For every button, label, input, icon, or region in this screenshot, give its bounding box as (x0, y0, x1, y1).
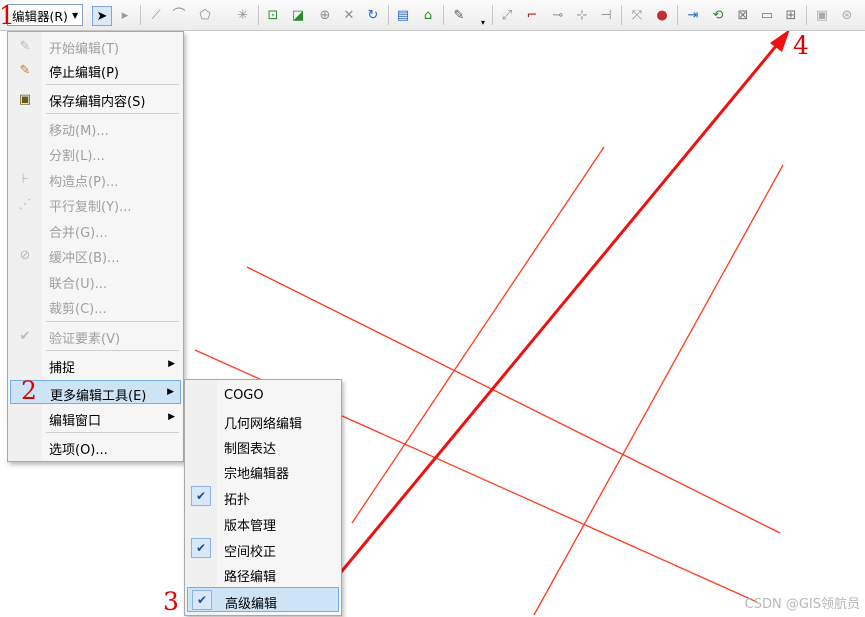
attributes-icon[interactable]: ▤ (394, 6, 412, 24)
submenu-item-advanced-editing[interactable]: ✔ 高级编辑 (187, 587, 339, 612)
validate-icon: ✔ (19, 328, 31, 344)
generalize-icon[interactable]: ⟲ (709, 6, 727, 24)
submenu-item-representation[interactable]: 制图表达 (187, 433, 339, 458)
chevron-down-icon: ▼ (71, 10, 79, 20)
checkmark-icon: ✔ (191, 538, 211, 558)
menu-item-construct-points[interactable]: ⊦ 构造点(P)... (10, 167, 181, 191)
menu-item-stop-editing[interactable]: ✎ 停止编辑(P) (10, 58, 181, 82)
submenu-item-versioning[interactable]: 版本管理 (187, 510, 339, 535)
edit-vertices-icon[interactable]: ⊡ (264, 6, 282, 24)
trim-tool-icon[interactable]: ⇥ (684, 6, 702, 24)
topology-edit-icon[interactable]: ⤢ (498, 6, 516, 24)
extend-tool-icon[interactable]: ● (653, 6, 671, 24)
split-tool-icon[interactable]: ✕ (340, 6, 358, 24)
trace-icon[interactable]: ⬠ (196, 6, 214, 24)
menu-item-options[interactable]: 选项(O)... (10, 435, 181, 459)
new-displacement-link-icon[interactable]: ⊸ (549, 6, 567, 24)
point-icon[interactable]: ✳ (234, 6, 252, 24)
menu-item-editing-windows[interactable]: 编辑窗口 ▶ (10, 406, 181, 430)
editor-menu-label: 编辑器(R) (12, 8, 68, 24)
feature-line (533, 164, 784, 616)
line-intersection-icon[interactable]: ⤧ (628, 6, 646, 24)
pencil-stop-icon: ✎ (19, 62, 31, 78)
menu-item-union[interactable]: 联合(U)... (10, 269, 181, 293)
submenu-item-parcel-editor[interactable]: 宗地编辑器 (187, 458, 339, 483)
menu-item-copy-parallel[interactable]: ⋰ 平行复制(Y)... (10, 192, 181, 216)
menu-item-start-editing[interactable]: ✎ 开始编辑(T) (10, 34, 181, 58)
submenu-arrow-icon: ▶ (168, 412, 175, 422)
menu-item-validate-features[interactable]: ✔ 验证要素(V) (10, 324, 181, 348)
submenu-item-cogo[interactable]: COGO (187, 383, 339, 408)
pencil-icon: ✎ (19, 38, 31, 54)
copy-features-icon[interactable]: ▣ (813, 6, 831, 24)
straight-segment-icon[interactable]: ⟋ (147, 6, 165, 24)
editor-toolbar: 编辑器(R) ▼ ➤ ▸ ⟋ ⌒ ⬠ ✳ ⊡ ◪ ⊕ ✕ ↻ ▤ ⌂ ✎ ▾ ⤢… (0, 0, 865, 31)
more-editing-tools-submenu: COGO 几何网络编辑 制图表达 宗地编辑器 ✔ 拓扑 版本管理 ✔ 空间校正 … (184, 379, 342, 616)
submenu-item-geometric-network[interactable]: 几何网络编辑 (187, 408, 339, 433)
explode-icon[interactable]: ⊛ (838, 6, 856, 24)
save-icon: ▣ (18, 91, 32, 107)
fillet-icon[interactable]: ▭ (758, 6, 776, 24)
toolbar-overflow-icon[interactable]: ▾ (474, 14, 492, 32)
rotate-tool-icon[interactable]: ↻ (364, 6, 382, 24)
menu-item-clip[interactable]: 裁剪(C)... (10, 294, 181, 318)
submenu-item-spatial-adjustment[interactable]: ✔ 空间校正 (187, 536, 339, 561)
annotation-arrow (316, 45, 778, 601)
reshape-feature-icon[interactable]: ◪ (289, 6, 307, 24)
buffer-icon: ⊘ (19, 247, 31, 263)
cut-polygons-icon[interactable]: ⊕ (316, 6, 334, 24)
copy-parallel-icon: ⋰ (18, 196, 32, 212)
submenu-arrow-icon: ▶ (167, 387, 174, 397)
adjustment-preview-icon[interactable]: ⊣ (597, 6, 615, 24)
checkmark-icon: ✔ (192, 590, 212, 610)
menu-item-snapping[interactable]: 捕捉 ▶ (10, 353, 181, 377)
annotation-number-2: 2 (21, 376, 37, 405)
edit-annotation-icon[interactable]: ▸ (116, 6, 134, 24)
annotation-number-3: 3 (163, 587, 179, 616)
create-features-icon[interactable]: ✎ (450, 6, 468, 24)
menu-item-save-edits[interactable]: ▣ 保存编辑内容(S) (10, 87, 181, 111)
editor-menu-button[interactable]: 编辑器(R) ▼ (7, 4, 84, 26)
sketch-properties-icon[interactable]: ⌂ (419, 6, 437, 24)
align-edge-icon[interactable]: ⊞ (782, 6, 800, 24)
annotation-number-4: 4 (793, 31, 809, 60)
menu-item-merge[interactable]: 合并(G)... (10, 218, 181, 242)
menu-item-move[interactable]: 移动(M)... (10, 116, 181, 140)
submenu-item-topology[interactable]: ✔ 拓扑 (187, 484, 339, 509)
feature-line (351, 146, 605, 524)
submenu-item-route-editing[interactable]: 路径编辑 (187, 561, 339, 586)
menu-item-buffer[interactable]: ⊘ 缓冲区(B)... (10, 243, 181, 267)
watermark: CSDN @GIS领航员 (744, 597, 860, 612)
new-identity-link-icon[interactable]: ⊹ (573, 6, 591, 24)
map-topology-icon[interactable]: ⌐ (523, 6, 541, 24)
checkmark-icon: ✔ (191, 486, 211, 506)
edit-tool-icon[interactable]: ➤ (92, 6, 112, 26)
construct-geodetic-icon[interactable]: ⊠ (734, 6, 752, 24)
construct-points-icon: ⊦ (21, 171, 29, 187)
annotation-number-1: 1 (0, 1, 15, 30)
menu-item-split[interactable]: 分割(L)... (10, 141, 181, 165)
submenu-arrow-icon: ▶ (168, 359, 175, 369)
end-point-arc-icon[interactable]: ⌒ (170, 6, 188, 24)
